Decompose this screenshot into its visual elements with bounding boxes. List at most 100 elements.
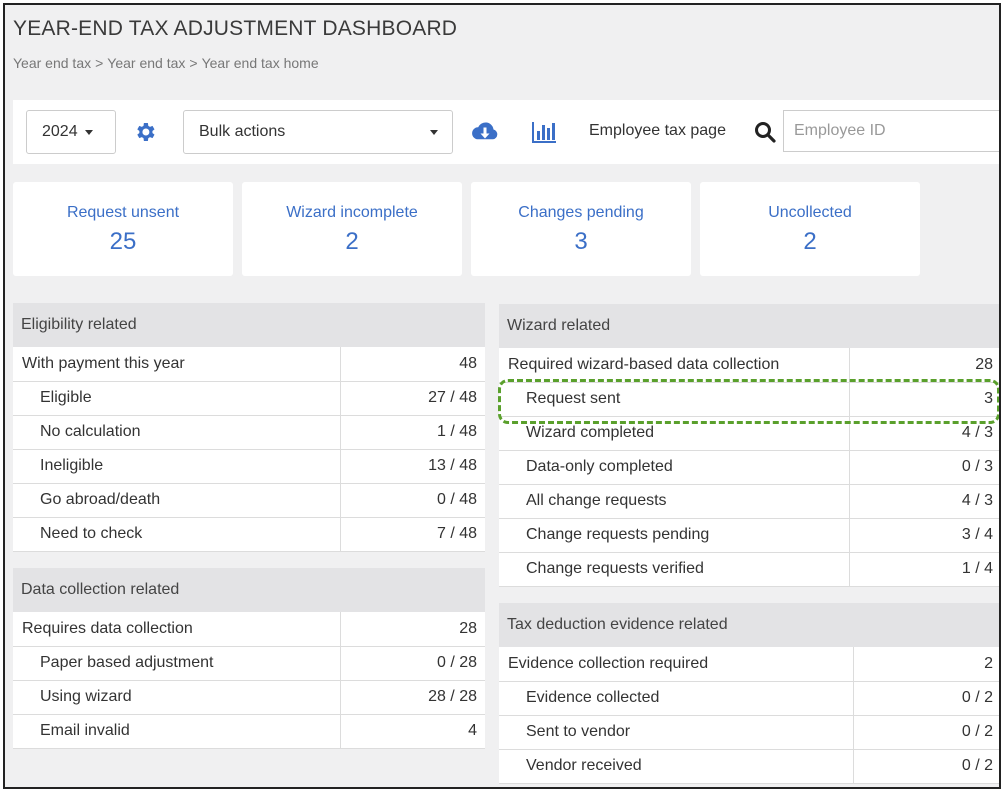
- table-row[interactable]: All change requests 4 / 3: [499, 484, 999, 519]
- chevron-down-icon: [84, 129, 93, 135]
- panel-title: Data collection related: [13, 568, 485, 612]
- evidence-table: Evidence collection required 2 Evidence …: [499, 647, 999, 784]
- row-label: Wizard completed: [499, 416, 850, 451]
- row-value: 28: [340, 612, 485, 647]
- table-row[interactable]: Paper based adjustment 0 / 28: [13, 646, 485, 681]
- table-row[interactable]: Requires data collection 28: [13, 612, 485, 647]
- table-row[interactable]: Evidence collected 0 / 2: [499, 681, 999, 716]
- year-select-value: 2024: [42, 123, 78, 140]
- row-value: 27 / 48: [340, 381, 485, 416]
- row-value: 0 / 3: [849, 450, 999, 485]
- panel-title: Eligibility related: [13, 303, 485, 347]
- row-label: Change requests verified: [499, 552, 850, 587]
- bar-chart-icon[interactable]: [530, 120, 558, 144]
- table-row[interactable]: Eligible 27 / 48: [13, 381, 485, 416]
- year-select[interactable]: 2024: [26, 110, 116, 154]
- stat-value: 3: [574, 228, 588, 255]
- chevron-down-icon: [430, 130, 438, 135]
- stat-label: Uncollected: [768, 204, 852, 221]
- employee-tax-page-label: Employee tax page: [589, 122, 726, 139]
- table-row[interactable]: Go abroad/death 0 / 48: [13, 483, 485, 518]
- row-value: 4 / 3: [849, 416, 999, 451]
- row-label: With payment this year: [13, 347, 341, 382]
- cloud-download-icon[interactable]: [471, 120, 499, 144]
- dashboard-frame: YEAR-END TAX ADJUSTMENT DASHBOARD Year e…: [3, 3, 1001, 789]
- wizard-table: Required wizard-based data collection 28…: [499, 348, 999, 587]
- stat-value: 25: [109, 228, 137, 255]
- page-title: YEAR-END TAX ADJUSTMENT DASHBOARD: [13, 17, 458, 40]
- eligibility-table: With payment this year 48 Eligible 27 / …: [13, 347, 485, 552]
- table-row-request-sent[interactable]: Request sent 3: [499, 382, 999, 417]
- row-label: Change requests pending: [499, 518, 850, 553]
- row-value: 0 / 2: [853, 749, 999, 784]
- table-row[interactable]: Email invalid 4: [13, 714, 485, 749]
- search-icon[interactable]: [753, 120, 777, 144]
- stat-card-uncollected[interactable]: Uncollected 2: [700, 182, 920, 276]
- row-value: 0 / 48: [340, 483, 485, 518]
- row-label: Evidence collection required: [499, 647, 854, 682]
- table-row[interactable]: No calculation 1 / 48: [13, 415, 485, 450]
- stat-card-request-unsent[interactable]: Request unsent 25: [13, 182, 233, 276]
- row-label: Data-only completed: [499, 450, 850, 485]
- stat-label: Request unsent: [66, 204, 180, 221]
- row-label: Request sent: [499, 382, 850, 417]
- data-collection-panel: Data collection related Requires data co…: [13, 568, 485, 749]
- row-label: Email invalid: [13, 714, 341, 749]
- table-row[interactable]: With payment this year 48: [13, 347, 485, 382]
- row-label: Vendor received: [499, 749, 854, 784]
- row-value: 1 / 4: [849, 552, 999, 587]
- table-row[interactable]: Sent to vendor 0 / 2: [499, 715, 999, 750]
- row-value: 0 / 2: [853, 681, 999, 716]
- bulk-actions-select[interactable]: Bulk actions: [183, 110, 453, 154]
- breadcrumb-item[interactable]: Year end tax: [107, 55, 185, 71]
- row-label: Using wizard: [13, 680, 341, 715]
- row-label: Required wizard-based data collection: [499, 348, 850, 383]
- employee-id-input[interactable]: [783, 110, 999, 152]
- row-value: 4 / 3: [849, 484, 999, 519]
- row-label: Go abroad/death: [13, 483, 341, 518]
- row-label: Eligible: [13, 381, 341, 416]
- stat-value: 2: [345, 228, 359, 255]
- stat-card-changes-pending[interactable]: Changes pending 3: [471, 182, 691, 276]
- table-row[interactable]: Wizard completed 4 / 3: [499, 416, 999, 451]
- table-row[interactable]: Change requests verified 1 / 4: [499, 552, 999, 587]
- row-label: Ineligible: [13, 449, 341, 484]
- row-value: 3: [849, 382, 999, 417]
- breadcrumb-item[interactable]: Year end tax: [13, 55, 91, 71]
- row-label: Need to check: [13, 517, 341, 552]
- table-row[interactable]: Need to check 7 / 48: [13, 517, 485, 552]
- row-value: 28: [849, 348, 999, 383]
- data-collection-table: Requires data collection 28 Paper based …: [13, 612, 485, 749]
- stat-card-wizard-incomplete[interactable]: Wizard incomplete 2: [242, 182, 462, 276]
- row-value: 4: [340, 714, 485, 749]
- table-row[interactable]: Using wizard 28 / 28: [13, 680, 485, 715]
- row-value: 0 / 2: [853, 715, 999, 750]
- table-row[interactable]: Data-only completed 0 / 3: [499, 450, 999, 485]
- breadcrumb-item-current: Year end tax home: [201, 55, 319, 71]
- wizard-panel: Wizard related Required wizard-based dat…: [499, 304, 999, 587]
- row-value: 3 / 4: [849, 518, 999, 553]
- row-label: Evidence collected: [499, 681, 854, 716]
- row-value: 1 / 48: [340, 415, 485, 450]
- table-row[interactable]: Vendor received 0 / 2: [499, 749, 999, 784]
- row-label: Paper based adjustment: [13, 646, 341, 681]
- panel-title: Tax deduction evidence related: [499, 603, 999, 647]
- stat-value: 2: [803, 228, 817, 255]
- gear-icon[interactable]: [133, 120, 157, 144]
- row-value: 28 / 28: [340, 680, 485, 715]
- row-label: Requires data collection: [13, 612, 341, 647]
- row-label: All change requests: [499, 484, 850, 519]
- table-row[interactable]: Change requests pending 3 / 4: [499, 518, 999, 553]
- row-value: 48: [340, 347, 485, 382]
- row-value: 2: [853, 647, 999, 682]
- breadcrumb-separator: >: [189, 55, 198, 71]
- row-value: 13 / 48: [340, 449, 485, 484]
- table-row[interactable]: Evidence collection required 2: [499, 647, 999, 682]
- eligibility-panel: Eligibility related With payment this ye…: [13, 303, 485, 552]
- table-row[interactable]: Required wizard-based data collection 28: [499, 348, 999, 383]
- table-row[interactable]: Ineligible 13 / 48: [13, 449, 485, 484]
- row-value: 7 / 48: [340, 517, 485, 552]
- panel-title: Wizard related: [499, 304, 999, 348]
- row-label: Sent to vendor: [499, 715, 854, 750]
- row-label: No calculation: [13, 415, 341, 450]
